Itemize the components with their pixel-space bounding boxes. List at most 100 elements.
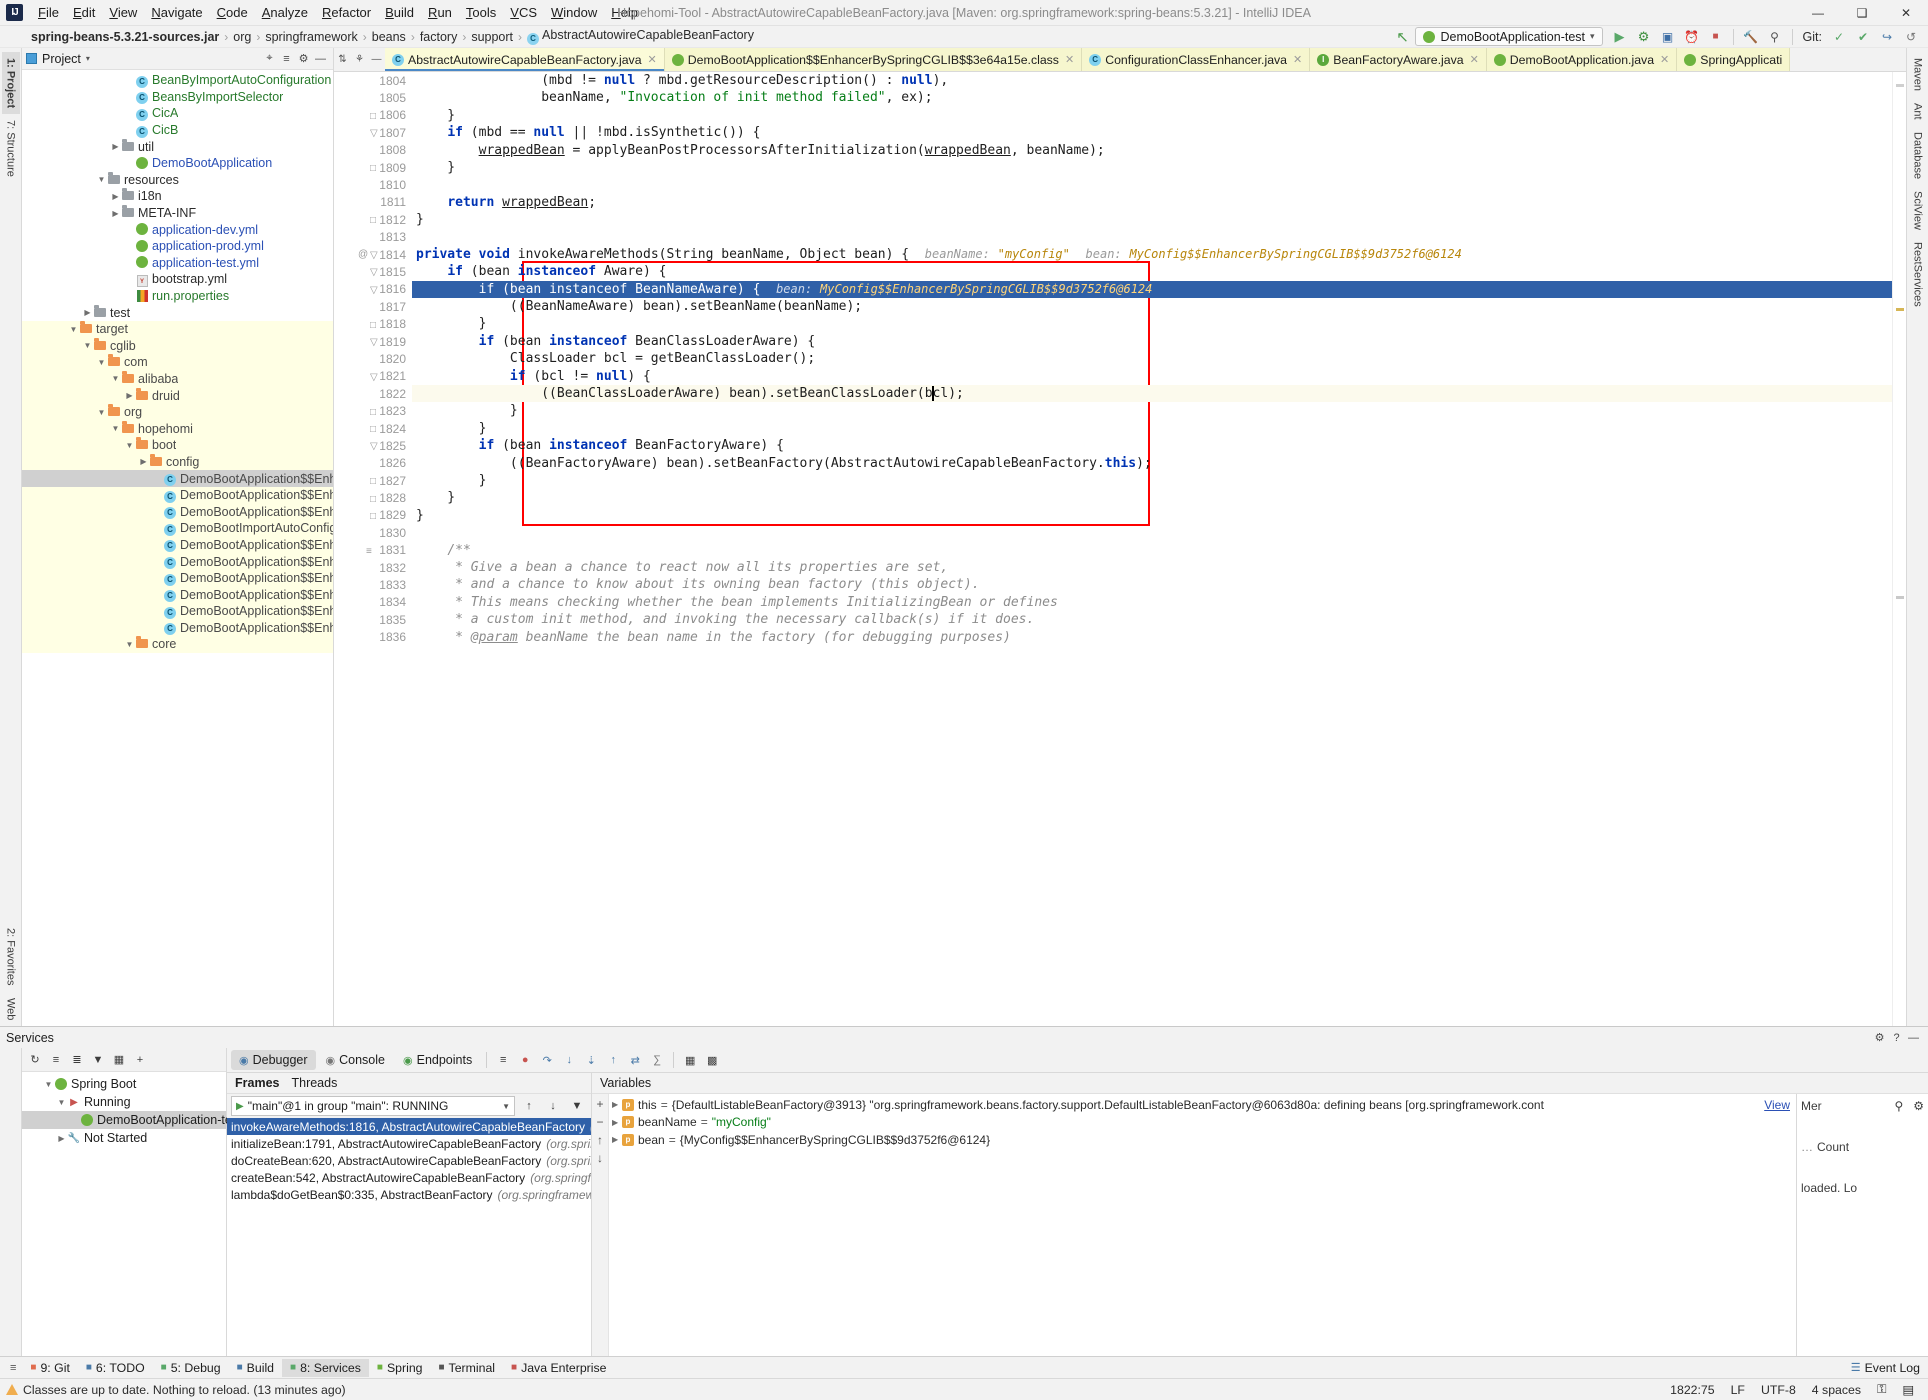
tree-expand-arrow[interactable]: ▶ bbox=[110, 142, 121, 151]
services-tree-node[interactable]: ▶ 🔧 Not Started bbox=[22, 1129, 226, 1147]
file-encoding[interactable]: UTF-8 bbox=[1753, 1383, 1804, 1397]
line-number[interactable]: □ 1827 bbox=[334, 472, 412, 489]
code-line[interactable]: ((BeanNameAware) bean).setBeanName(beanN… bbox=[412, 298, 1892, 315]
fold-end-icon[interactable]: □ bbox=[370, 320, 376, 331]
menu-item-vcs[interactable]: VCS bbox=[503, 2, 544, 23]
expand-arrow-icon[interactable]: ▶ bbox=[612, 1118, 622, 1127]
tree-expand-arrow[interactable]: ▶ bbox=[82, 308, 93, 317]
code-line[interactable]: * a custom init method, and invoking the… bbox=[412, 611, 1892, 628]
editor-tab[interactable]: C ConfigurationClassEnhancer.java ✕ bbox=[1082, 48, 1311, 71]
code-line[interactable]: if (bean instanceof BeanNameAware) { bea… bbox=[412, 280, 1892, 299]
variables-list[interactable]: ▶ p this = {DefaultListableBeanFactory@3913}… bbox=[609, 1094, 1796, 1356]
fold-icon[interactable]: ▽ bbox=[370, 337, 378, 348]
move-up-icon[interactable]: ↑ bbox=[597, 1133, 603, 1147]
code-line[interactable]: } bbox=[412, 402, 1892, 419]
run-configuration-selector[interactable]: DemoBootApplication-test ▾ bbox=[1415, 27, 1603, 46]
tree-node[interactable]: C DemoBootApplication$$EnhancerBy$ bbox=[22, 569, 333, 587]
pin-icon[interactable]: ⚘ bbox=[351, 48, 368, 71]
code-line[interactable]: } bbox=[412, 211, 1892, 228]
sidebar-item-database[interactable]: Database bbox=[1909, 126, 1927, 185]
git-commit-icon[interactable]: ✔ bbox=[1852, 27, 1874, 47]
tree-node[interactable]: ▶ test bbox=[22, 304, 333, 321]
line-number[interactable]: 1805 bbox=[334, 89, 412, 106]
code-line[interactable]: return wrappedBean; bbox=[412, 194, 1892, 211]
gear-icon[interactable]: ⚙ bbox=[1913, 1099, 1928, 1113]
line-number[interactable]: ▽ 1825 bbox=[334, 437, 412, 454]
code-line[interactable]: if (bean instanceof Aware) { bbox=[412, 263, 1892, 280]
run-to-cursor-icon[interactable]: ⇄ bbox=[625, 1050, 645, 1070]
hammer-icon[interactable]: 🔨 bbox=[1740, 27, 1762, 47]
close-icon[interactable]: ✕ bbox=[1065, 53, 1074, 66]
menu-item-navigate[interactable]: Navigate bbox=[144, 2, 209, 23]
filter-icon[interactable]: ▼ bbox=[567, 1096, 587, 1116]
tree-node[interactable]: ▼ resources bbox=[22, 171, 333, 189]
tree-node[interactable]: C DemoBootApplication$$EnhancerBy$ bbox=[22, 619, 333, 637]
tree-expand-arrow[interactable]: ▶ bbox=[124, 391, 135, 400]
tree-node[interactable]: C DemoBootApplication$$EnhancerBy$ bbox=[22, 470, 333, 487]
line-number[interactable]: 1810 bbox=[334, 176, 412, 193]
line-number[interactable]: 1820 bbox=[334, 350, 412, 367]
line-number[interactable]: □ 1812 bbox=[334, 211, 412, 228]
tree-node[interactable]: ▼ cglib bbox=[22, 337, 333, 355]
fold-icon[interactable]: ▽ bbox=[370, 250, 378, 261]
breadcrumb-item-support[interactable]: support bbox=[468, 30, 516, 44]
stack-frame[interactable]: doCreateBean:620, AbstractAutowireCapabl… bbox=[227, 1152, 591, 1169]
tree-node[interactable]: application-dev.yml bbox=[22, 221, 333, 238]
code-text[interactable]: (mbd != null ? mbd.getResourceDescriptio… bbox=[412, 72, 1892, 1026]
code-line[interactable]: if (mbd == null || !mbd.isSynthetic()) { bbox=[412, 124, 1892, 141]
line-number[interactable]: ≡ 1831 bbox=[334, 542, 412, 559]
thread-select[interactable]: ▶ "main"@1 in group "main": RUNNING ▼ bbox=[231, 1096, 515, 1116]
mute-breakpoints-icon[interactable]: ● bbox=[515, 1050, 535, 1070]
editor-tab[interactable]: I BeanFactoryAware.java ✕ bbox=[1310, 48, 1487, 71]
tree-expand-arrow[interactable]: ▼ bbox=[124, 441, 135, 450]
tree-node[interactable]: ▶ config bbox=[22, 453, 333, 471]
tree-node[interactable]: ▶ druid bbox=[22, 387, 333, 404]
collapse-all-icon[interactable]: ≡ bbox=[278, 50, 295, 67]
line-number[interactable]: 1804 bbox=[334, 72, 412, 89]
tree-expand-arrow[interactable]: ▼ bbox=[96, 408, 107, 417]
close-icon[interactable]: ✕ bbox=[1470, 53, 1479, 66]
tab-list-icon[interactable]: ⇅ bbox=[334, 48, 351, 71]
layout-icon[interactable]: ≡ bbox=[493, 1050, 513, 1070]
menu-item-refactor[interactable]: Refactor bbox=[315, 2, 378, 23]
line-number[interactable]: □ 1824 bbox=[334, 420, 412, 437]
fold-end-icon[interactable]: □ bbox=[370, 476, 376, 487]
stack-frame[interactable]: lambda$doGetBean$0:335, AbstractBeanFact… bbox=[227, 1186, 591, 1203]
tree-expand-arrow[interactable]: ▼ bbox=[110, 374, 121, 383]
sidebar-item-restservices[interactable]: RestServices bbox=[1909, 236, 1927, 313]
tree-node[interactable]: ▼ target bbox=[22, 320, 333, 338]
menu-item-code[interactable]: Code bbox=[210, 2, 255, 23]
sidebar-item-maven[interactable]: Maven bbox=[1909, 52, 1927, 97]
tree-node[interactable]: C BeansByImportSelector bbox=[22, 89, 333, 106]
fold-end-icon[interactable]: □ bbox=[370, 511, 376, 522]
close-button[interactable]: ✕ bbox=[1884, 0, 1928, 26]
project-tree[interactable]: C BeanByImportAutoConfiguration C BeansByIm… bbox=[22, 70, 333, 1026]
evaluate-expression-icon[interactable]: ∑ bbox=[647, 1050, 667, 1070]
line-number[interactable]: 1835 bbox=[334, 611, 412, 628]
tree-node[interactable]: C BeanByImportAutoConfiguration bbox=[22, 72, 333, 89]
tree-expand-arrow[interactable]: ▼ bbox=[96, 175, 107, 184]
tool-window-terminal[interactable]: ■ Terminal bbox=[431, 1359, 504, 1377]
frames-list[interactable]: invokeAwareMethods:1816, AbstractAutowir… bbox=[227, 1118, 591, 1203]
line-number-gutter[interactable]: 1804 1805 □ 1806 ▽ 1807 1808 □ 1809 1810 1811 □ 1812… bbox=[334, 72, 412, 1026]
tree-node[interactable]: ▶ META-INF bbox=[22, 205, 333, 222]
down-arrow-icon[interactable]: ↓ bbox=[543, 1096, 563, 1116]
code-line[interactable]: } bbox=[412, 472, 1892, 489]
fold-icon[interactable]: ▽ bbox=[370, 267, 378, 278]
sidebar-item-structure[interactable]: 7: Structure bbox=[2, 114, 20, 183]
line-number[interactable]: 1830 bbox=[334, 524, 412, 541]
marker-scrollbar[interactable] bbox=[1892, 72, 1906, 1026]
menu-item-edit[interactable]: Edit bbox=[66, 2, 102, 23]
collapse-all-icon[interactable]: ≣ bbox=[67, 1050, 87, 1070]
code-line[interactable]: ClassLoader bcl = getBeanClassLoader(); bbox=[412, 350, 1892, 367]
tree-node[interactable]: C DemoBootImportAutoConfiguration bbox=[22, 520, 333, 537]
code-line[interactable]: } bbox=[412, 107, 1892, 124]
help-icon[interactable]: ? bbox=[1888, 1029, 1905, 1046]
stop-icon[interactable]: ■ bbox=[1705, 27, 1727, 47]
code-line[interactable]: ((BeanFactoryAware) bean).setBeanFactory… bbox=[412, 455, 1892, 472]
menu-item-window[interactable]: Window bbox=[544, 2, 604, 23]
line-number[interactable]: □ 1829 bbox=[334, 507, 412, 524]
line-number[interactable]: ▽ 1815 bbox=[334, 263, 412, 280]
group-icon[interactable]: ▦ bbox=[109, 1050, 129, 1070]
tool-window-todo[interactable]: ■ 6: TODO bbox=[78, 1359, 153, 1377]
